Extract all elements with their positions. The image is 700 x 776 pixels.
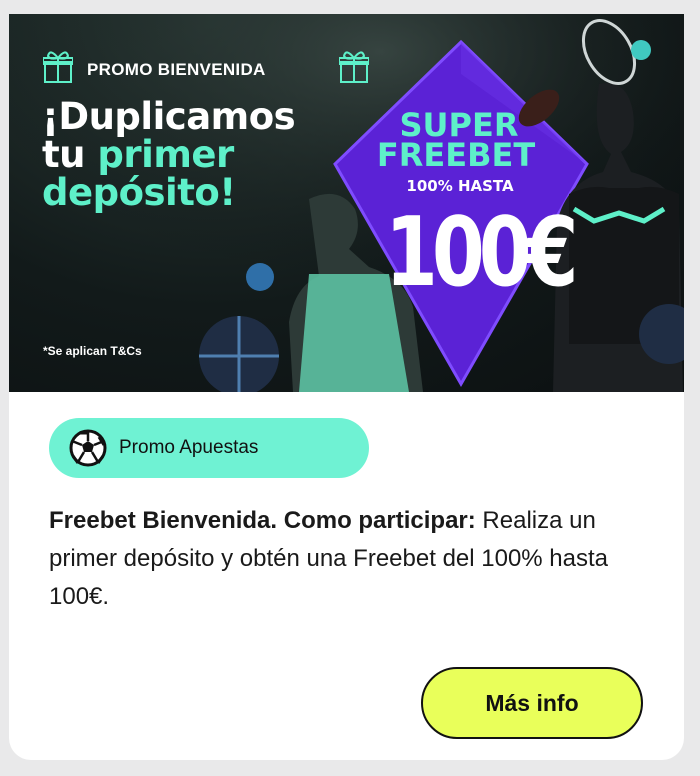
headline-line-3: depósito! — [42, 171, 236, 214]
banner-kicker: PROMO BIENVENIDA — [87, 60, 266, 79]
category-label: Promo Apuestas — [119, 437, 259, 458]
promo-banner-image: PROMO BIENVENIDA ¡Duplicamos tu primer d… — [9, 14, 684, 392]
terms-note: *Se aplican T&Cs — [43, 344, 142, 358]
more-info-button[interactable]: Más info — [421, 667, 643, 739]
gift-icon — [338, 50, 370, 89]
headline-line-2-b: primer — [97, 133, 234, 176]
headline-line-2: tu primer — [42, 136, 295, 174]
gift-icon — [42, 50, 74, 89]
hasta-label: 100% HASTA — [406, 177, 514, 195]
promo-card: PROMO BIENVENIDA ¡Duplicamos tu primer d… — [9, 14, 684, 760]
soccer-ball-icon — [69, 429, 107, 467]
headline-line-2-a: tu — [42, 133, 98, 176]
banner-headline: ¡Duplicamos tu primer depósito! — [42, 95, 296, 214]
category-chip[interactable]: Promo Apuestas — [49, 418, 369, 478]
promo-description: Freebet Bienvenida. Como participar: Rea… — [49, 502, 649, 616]
freebet-label: FREEBET — [376, 136, 536, 174]
headline-line-1: ¡Duplicamos — [42, 95, 296, 138]
description-bold: Freebet Bienvenida. Como participar: — [49, 507, 476, 534]
amount-label: 100€ — [385, 196, 579, 308]
